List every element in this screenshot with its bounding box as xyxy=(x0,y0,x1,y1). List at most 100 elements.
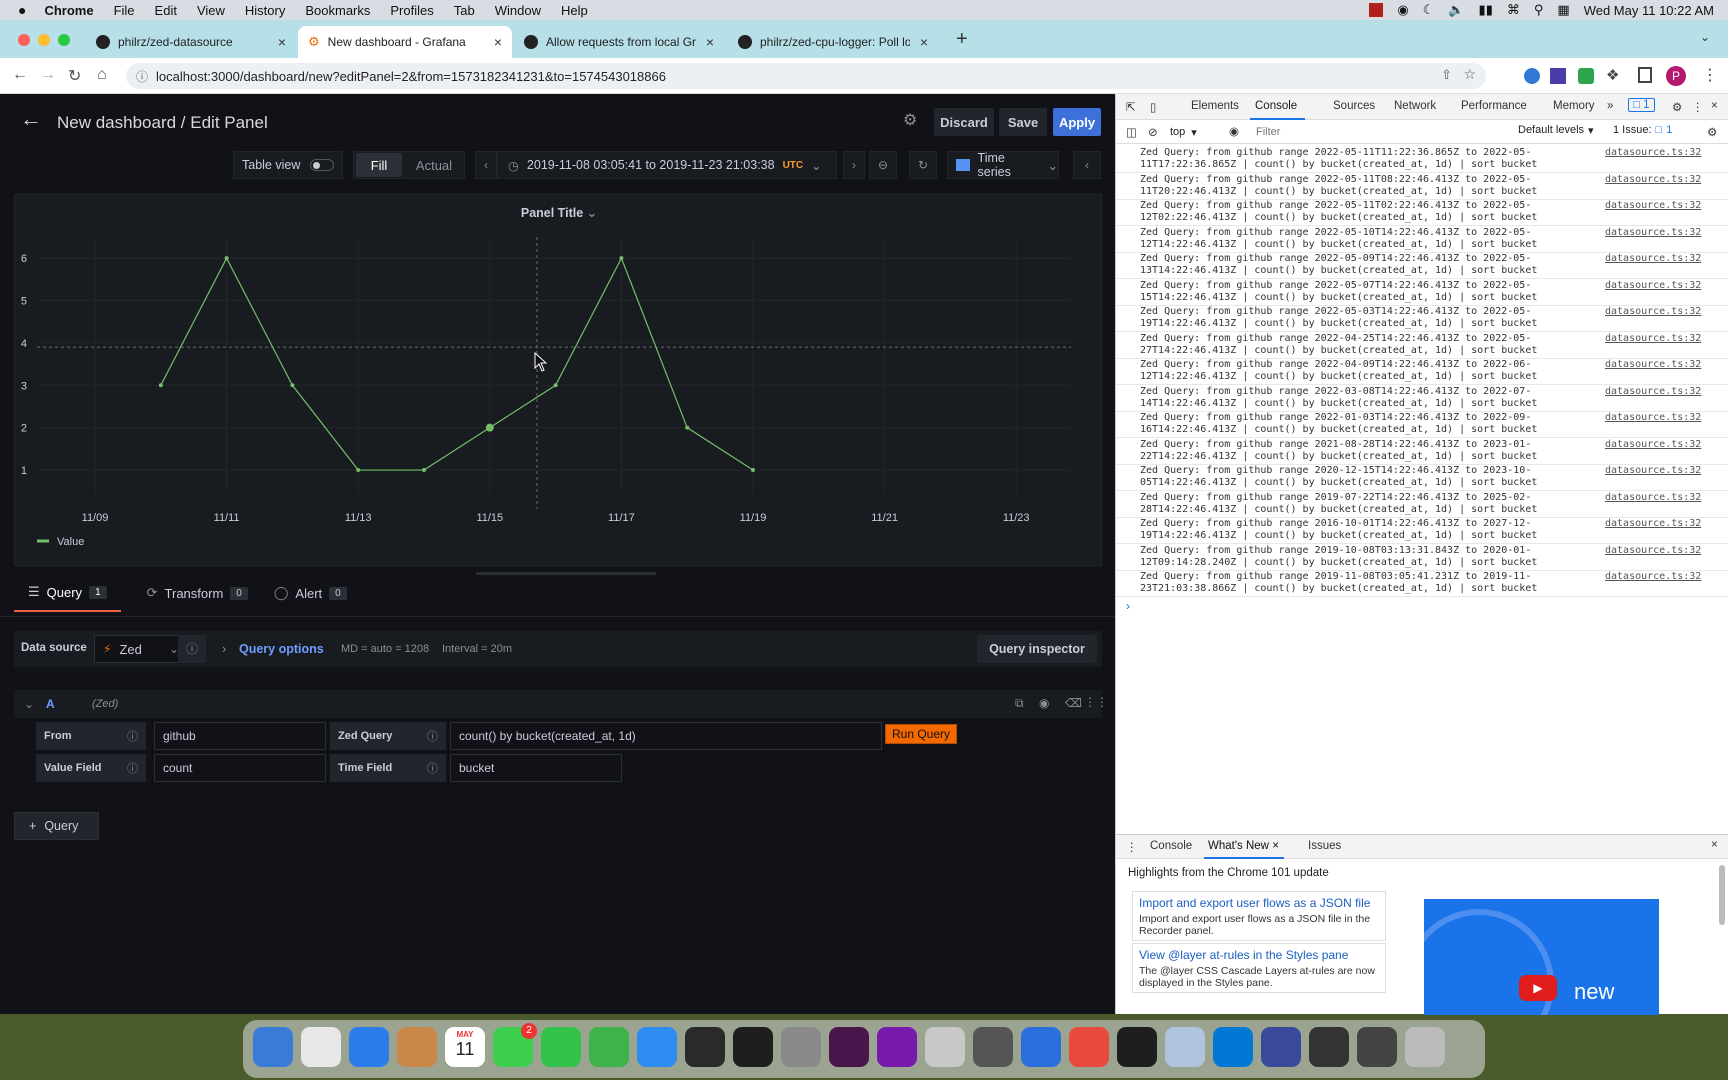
dock-app-icon[interactable] xyxy=(1261,1027,1301,1067)
profile-avatar[interactable]: P xyxy=(1666,66,1686,86)
dock-app-icon[interactable] xyxy=(253,1027,293,1067)
tab-memory[interactable]: Memory xyxy=(1553,100,1595,112)
log-source-link[interactable]: datasource.ts:32 xyxy=(1605,545,1701,556)
refresh-icon[interactable]: ↻ xyxy=(909,151,937,179)
settings-gear-icon[interactable]: ⚙ xyxy=(903,110,917,130)
menu-tab[interactable]: Tab xyxy=(454,3,475,18)
zoom-out-icon[interactable]: ⊖ xyxy=(869,151,897,179)
tab-sources[interactable]: Sources xyxy=(1333,100,1375,112)
tab-allow-requests[interactable]: Allow requests from local Grafa × xyxy=(514,26,724,58)
console-prompt[interactable]: › xyxy=(1126,599,1130,613)
control-center-icon[interactable]: ▦ xyxy=(1557,2,1569,18)
log-source-link[interactable]: datasource.ts:32 xyxy=(1605,412,1701,423)
close-icon[interactable]: × xyxy=(278,34,286,50)
clock[interactable]: Wed May 11 10:22 AM xyxy=(1584,3,1714,18)
log-source-link[interactable]: datasource.ts:32 xyxy=(1605,200,1701,211)
zed-query-input[interactable]: count() by bucket(created_at, 1d) xyxy=(450,722,882,750)
drag-handle-icon[interactable]: ⋮⋮ xyxy=(1084,695,1108,709)
back-arrow-icon[interactable]: ← xyxy=(20,106,42,132)
tab-transform[interactable]: ⟳ Transform 0 xyxy=(147,584,248,612)
tab-query[interactable]: ☰ Query 1 xyxy=(14,584,121,612)
drawer-tab-issues[interactable]: Issues xyxy=(1308,840,1341,852)
menu-help[interactable]: Help xyxy=(561,3,588,18)
toggle-switch[interactable] xyxy=(310,159,335,171)
bookmark-star-icon[interactable]: ☆ xyxy=(1463,66,1476,83)
minimize-window-button[interactable] xyxy=(38,34,50,46)
feature-card[interactable]: View @layer at-rules in the Styles pane … xyxy=(1132,943,1386,993)
menu-bookmarks[interactable]: Bookmarks xyxy=(305,3,370,18)
data-point[interactable] xyxy=(224,256,229,261)
data-point[interactable] xyxy=(751,468,755,473)
log-levels-dropdown[interactable]: Default levels ▾ xyxy=(1518,124,1594,137)
log-source-link[interactable]: datasource.ts:32 xyxy=(1605,492,1701,503)
dock-app-icon[interactable] xyxy=(301,1027,341,1067)
actual-option[interactable]: Actual xyxy=(406,153,462,177)
help-icon[interactable]: ⓘ xyxy=(178,635,206,663)
shift-forward-icon[interactable]: › xyxy=(843,151,865,179)
shift-back-icon[interactable]: ‹ xyxy=(475,151,497,179)
collapse-chevron-icon[interactable]: ⌄ xyxy=(24,697,34,711)
data-point[interactable] xyxy=(485,423,494,432)
tab-search-icon[interactable]: ⌄ xyxy=(1700,30,1710,44)
more-tabs-icon[interactable]: » xyxy=(1607,100,1613,112)
dock-app-icon[interactable]: 2 xyxy=(493,1023,537,1067)
visualization-picker[interactable]: Time series ⌄ xyxy=(947,151,1059,179)
feature-card-title[interactable]: Import and export user flows as a JSON f… xyxy=(1139,896,1379,910)
zoom-window-button[interactable] xyxy=(58,34,70,46)
dock-app-icon[interactable] xyxy=(541,1027,581,1067)
whats-new-video-thumbnail[interactable]: ▶ new xyxy=(1424,899,1659,1015)
close-window-button[interactable] xyxy=(18,34,30,46)
dock-app-icon[interactable] xyxy=(733,1027,773,1067)
onepassword-icon[interactable]: ◉ xyxy=(1397,2,1408,18)
datasource-picker[interactable]: ⚡ Zed ⌄ xyxy=(94,635,186,663)
tab-elements[interactable]: Elements xyxy=(1191,100,1239,112)
log-source-link[interactable]: datasource.ts:32 xyxy=(1605,386,1701,397)
dock-app-icon[interactable] xyxy=(877,1027,917,1067)
reload-icon[interactable]: ↻ xyxy=(68,66,81,86)
menu-profiles[interactable]: Profiles xyxy=(390,3,433,18)
tab-zed-datasource[interactable]: philrz/zed-datasource × xyxy=(86,26,296,58)
tab-performance[interactable]: Performance xyxy=(1461,100,1527,112)
feature-card-title[interactable]: View @layer at-rules in the Styles pane xyxy=(1139,948,1379,962)
apple-icon[interactable]: ● xyxy=(18,2,26,18)
from-input[interactable]: github xyxy=(154,722,326,750)
log-source-link[interactable]: datasource.ts:32 xyxy=(1605,147,1701,158)
dock-app-icon[interactable]: MAY 11 xyxy=(445,1027,485,1067)
drawer-close-icon[interactable]: × xyxy=(1711,839,1718,851)
console-filter-input[interactable] xyxy=(1256,123,1506,141)
dock-app-icon[interactable] xyxy=(973,1027,1013,1067)
log-source-link[interactable]: datasource.ts:32 xyxy=(1605,439,1701,450)
log-source-link[interactable]: datasource.ts:32 xyxy=(1605,227,1701,238)
dock-app-icon[interactable] xyxy=(349,1027,389,1067)
volume-icon[interactable]: 🔈 xyxy=(1448,2,1464,18)
data-point[interactable] xyxy=(553,383,558,388)
drawer-tab-whats-new[interactable]: What's New × xyxy=(1208,840,1279,852)
menu-view[interactable]: View xyxy=(197,3,225,18)
log-source-link[interactable]: datasource.ts:32 xyxy=(1605,359,1701,370)
youtube-play-icon[interactable]: ▶ xyxy=(1519,975,1557,1001)
extension-icon[interactable] xyxy=(1550,68,1566,84)
drawer-tab-console[interactable]: Console xyxy=(1150,840,1192,852)
tab-console[interactable]: Console xyxy=(1255,100,1297,112)
extension-icon[interactable] xyxy=(1578,68,1594,84)
dock-app-icon[interactable] xyxy=(1309,1027,1349,1067)
dock-app-icon[interactable] xyxy=(589,1027,629,1067)
dock-app-icon[interactable] xyxy=(1021,1027,1061,1067)
clear-console-icon[interactable]: ⊘ xyxy=(1148,125,1158,139)
dock-app-icon[interactable] xyxy=(1069,1027,1109,1067)
discard-button[interactable]: Discard xyxy=(934,108,994,136)
add-query-button[interactable]: + Query xyxy=(14,812,99,840)
dock-app-icon[interactable] xyxy=(1165,1027,1205,1067)
dock-app-icon[interactable] xyxy=(1213,1027,1253,1067)
data-point[interactable] xyxy=(619,256,624,261)
menu-window[interactable]: Window xyxy=(495,3,541,18)
devtools-menu-icon[interactable]: ⋮ xyxy=(1692,100,1704,114)
close-icon[interactable]: × xyxy=(920,34,928,50)
puzzle-extensions-icon[interactable]: ❖ xyxy=(1606,66,1619,84)
data-point[interactable] xyxy=(158,383,163,388)
data-point[interactable] xyxy=(290,383,295,388)
menu-edit[interactable]: Edit xyxy=(155,3,177,18)
value-field-input[interactable]: count xyxy=(154,754,326,782)
data-point[interactable] xyxy=(356,468,361,473)
dock-app-icon[interactable] xyxy=(397,1027,437,1067)
